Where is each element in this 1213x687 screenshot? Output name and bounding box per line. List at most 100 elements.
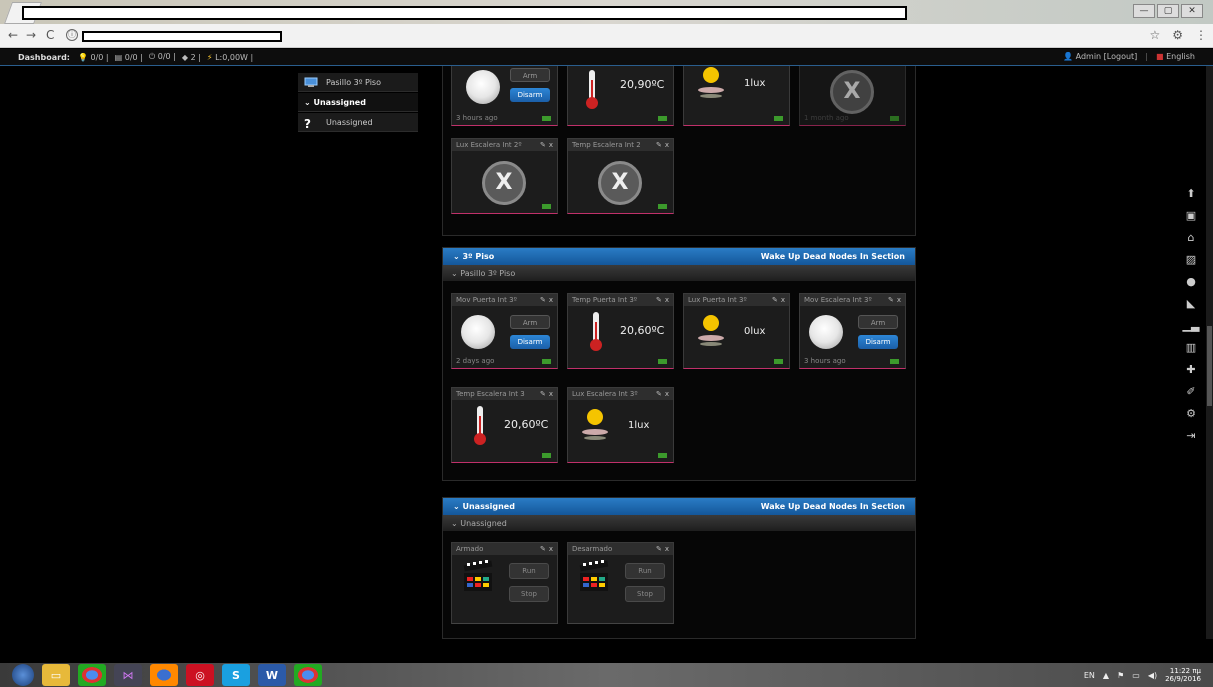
tree-item-pasillo[interactable]: Pasillo 3º Piso [298, 73, 418, 92]
subsection-title[interactable]: ⌄ Unassigned [451, 519, 507, 528]
disarm-button[interactable]: Disarm [858, 335, 898, 349]
arm-button[interactable]: Arm [510, 68, 550, 82]
section-header[interactable]: ⌄ Unassigned Wake Up Dead Nodes In Secti… [443, 498, 915, 515]
close-icon[interactable]: x [665, 141, 669, 149]
chart-icon[interactable]: ▁▃ [1182, 315, 1200, 337]
subsection-title[interactable]: ⌄ Pasillo 3º Piso [451, 269, 515, 278]
dead-node-x-icon[interactable]: X [830, 70, 874, 114]
edit-icon[interactable]: ✎ [540, 296, 546, 304]
section-title[interactable]: ⌄ Unassigned [453, 502, 515, 511]
close-window-button[interactable]: ✕ [1181, 4, 1203, 18]
chrome-icon[interactable] [78, 664, 106, 686]
scenes-count[interactable]: ◆ 2 | [182, 53, 201, 62]
language-link[interactable]: ■ English [1156, 52, 1195, 61]
tree-item-unassigned-group[interactable]: ⌄ Unassigned [298, 93, 418, 112]
edit-icon[interactable]: ✎ [540, 545, 546, 553]
clock[interactable]: 11:22 πμ 26/9/2016 [1165, 667, 1201, 683]
bookmark-star-icon[interactable]: ☆ [1149, 28, 1160, 42]
tray-expand-icon[interactable]: ▲ [1103, 671, 1109, 680]
menu-icon[interactable]: ⋮ [1195, 28, 1207, 42]
arm-button[interactable]: Arm [510, 315, 550, 329]
blinds-count[interactable]: ▤ 0/0 | [115, 53, 143, 62]
scrollbar-thumb[interactable] [1207, 326, 1212, 406]
close-icon[interactable]: x [665, 545, 669, 553]
disarm-button[interactable]: Disarm [510, 335, 550, 349]
maximize-button[interactable]: ▢ [1157, 4, 1179, 18]
save-icon[interactable]: ▣ [1182, 205, 1200, 227]
tag-icon[interactable]: ◣ [1182, 293, 1200, 315]
status-led [890, 359, 899, 364]
edit-doc-icon[interactable]: ✐ [1182, 381, 1200, 403]
motion-sensor-tile: Mov Escalera Int 3º ✎ x Arm Disarm 3 hours… [799, 293, 906, 369]
status-led [658, 359, 667, 364]
stop-scene-button[interactable]: Stop [625, 586, 665, 602]
firefox-icon[interactable] [150, 664, 178, 686]
back-icon[interactable]: ← [8, 28, 18, 42]
wake-dead-nodes-button[interactable]: Wake Up Dead Nodes In Section [761, 502, 905, 511]
last-seen: 3 hours ago [804, 357, 846, 365]
flag-tray-icon[interactable]: ⚑ [1117, 671, 1124, 680]
network-icon[interactable]: ▭ [1132, 671, 1140, 680]
arm-button[interactable]: Arm [858, 315, 898, 329]
stop-scene-button[interactable]: Stop [509, 586, 549, 602]
edit-icon[interactable]: ✎ [540, 141, 546, 149]
chrome-icon[interactable] [294, 664, 322, 686]
edit-icon[interactable]: ✎ [656, 296, 662, 304]
reload-icon[interactable]: C [46, 28, 54, 42]
tab-title-redacted[interactable] [22, 6, 907, 20]
edit-icon[interactable]: ✎ [888, 296, 894, 304]
exit-icon[interactable]: ⇥ [1182, 425, 1200, 447]
language-indicator[interactable]: EN [1084, 671, 1095, 680]
edit-icon[interactable]: ✎ [540, 390, 546, 398]
scrollbar[interactable] [1206, 66, 1213, 639]
edit-icon[interactable]: ✎ [656, 390, 662, 398]
section-title[interactable]: ⌄ 3º Piso [453, 252, 494, 261]
visual-studio-icon[interactable]: ⋈ [114, 664, 142, 686]
forward-icon[interactable]: → [26, 28, 36, 42]
close-icon[interactable]: x [549, 545, 553, 553]
run-scene-button[interactable]: Run [509, 563, 549, 579]
disarm-button[interactable]: Disarm [510, 88, 550, 102]
subsection-header[interactable]: ⌄ Pasillo 3º Piso [443, 265, 915, 281]
subsection-header[interactable]: ⌄ Unassigned [443, 515, 915, 531]
settings-icon[interactable]: ⚙ [1182, 403, 1200, 425]
lights-count[interactable]: 💡 0/0 | [78, 53, 109, 62]
section-header[interactable]: ⌄ 3º Piso Wake Up Dead Nodes In Section [443, 248, 915, 265]
close-icon[interactable]: x [549, 141, 553, 149]
info-icon[interactable]: ⓘ [66, 29, 78, 41]
skype-icon[interactable]: S [222, 664, 250, 686]
home-icon[interactable]: ⌂ [1182, 227, 1200, 249]
device-icon[interactable]: ▥ [1182, 337, 1200, 359]
dead-node-x-icon[interactable]: X [598, 161, 642, 205]
switches-count[interactable]: ⏻ 0/0 | [149, 52, 176, 62]
user-link[interactable]: 👤 Admin [Logout] [1063, 52, 1137, 61]
close-icon[interactable]: x [665, 296, 669, 304]
dot-icon[interactable]: ● [1182, 271, 1200, 293]
app-red-icon[interactable]: ◎ [186, 664, 214, 686]
start-button[interactable] [12, 664, 34, 686]
run-scene-button[interactable]: Run [625, 563, 665, 579]
close-icon[interactable]: x [549, 390, 553, 398]
edit-icon[interactable]: ✎ [772, 296, 778, 304]
close-icon[interactable]: x [781, 296, 785, 304]
close-icon[interactable]: x [549, 296, 553, 304]
wake-dead-nodes-button[interactable]: Wake Up Dead Nodes In Section [761, 252, 905, 261]
arrow-up-icon[interactable]: ⬆ [1182, 183, 1200, 205]
address-bar-redacted[interactable] [82, 31, 282, 42]
word-icon[interactable]: W [258, 664, 286, 686]
power-reading[interactable]: ⚡ L:0,00W | [207, 53, 253, 62]
extension-icon[interactable]: ⚙ [1172, 28, 1183, 42]
close-icon[interactable]: x [897, 296, 901, 304]
close-icon[interactable]: x [665, 390, 669, 398]
file-explorer-icon[interactable]: ▭ [42, 664, 70, 686]
temperature-tile: 20,90ºC [567, 66, 674, 126]
temperature-value: 20,60ºC [504, 418, 549, 431]
edit-icon[interactable]: ✎ [656, 545, 662, 553]
dead-node-x-icon[interactable]: X [482, 161, 526, 205]
image-icon[interactable]: ▨ [1182, 249, 1200, 271]
volume-icon[interactable]: ◀) [1148, 671, 1157, 680]
tree-item-unassigned[interactable]: ? Unassigned [298, 113, 418, 132]
minimize-button[interactable]: — [1133, 4, 1155, 18]
edit-icon[interactable]: ✎ [656, 141, 662, 149]
plus-cross-icon[interactable]: ✚ [1182, 359, 1200, 381]
